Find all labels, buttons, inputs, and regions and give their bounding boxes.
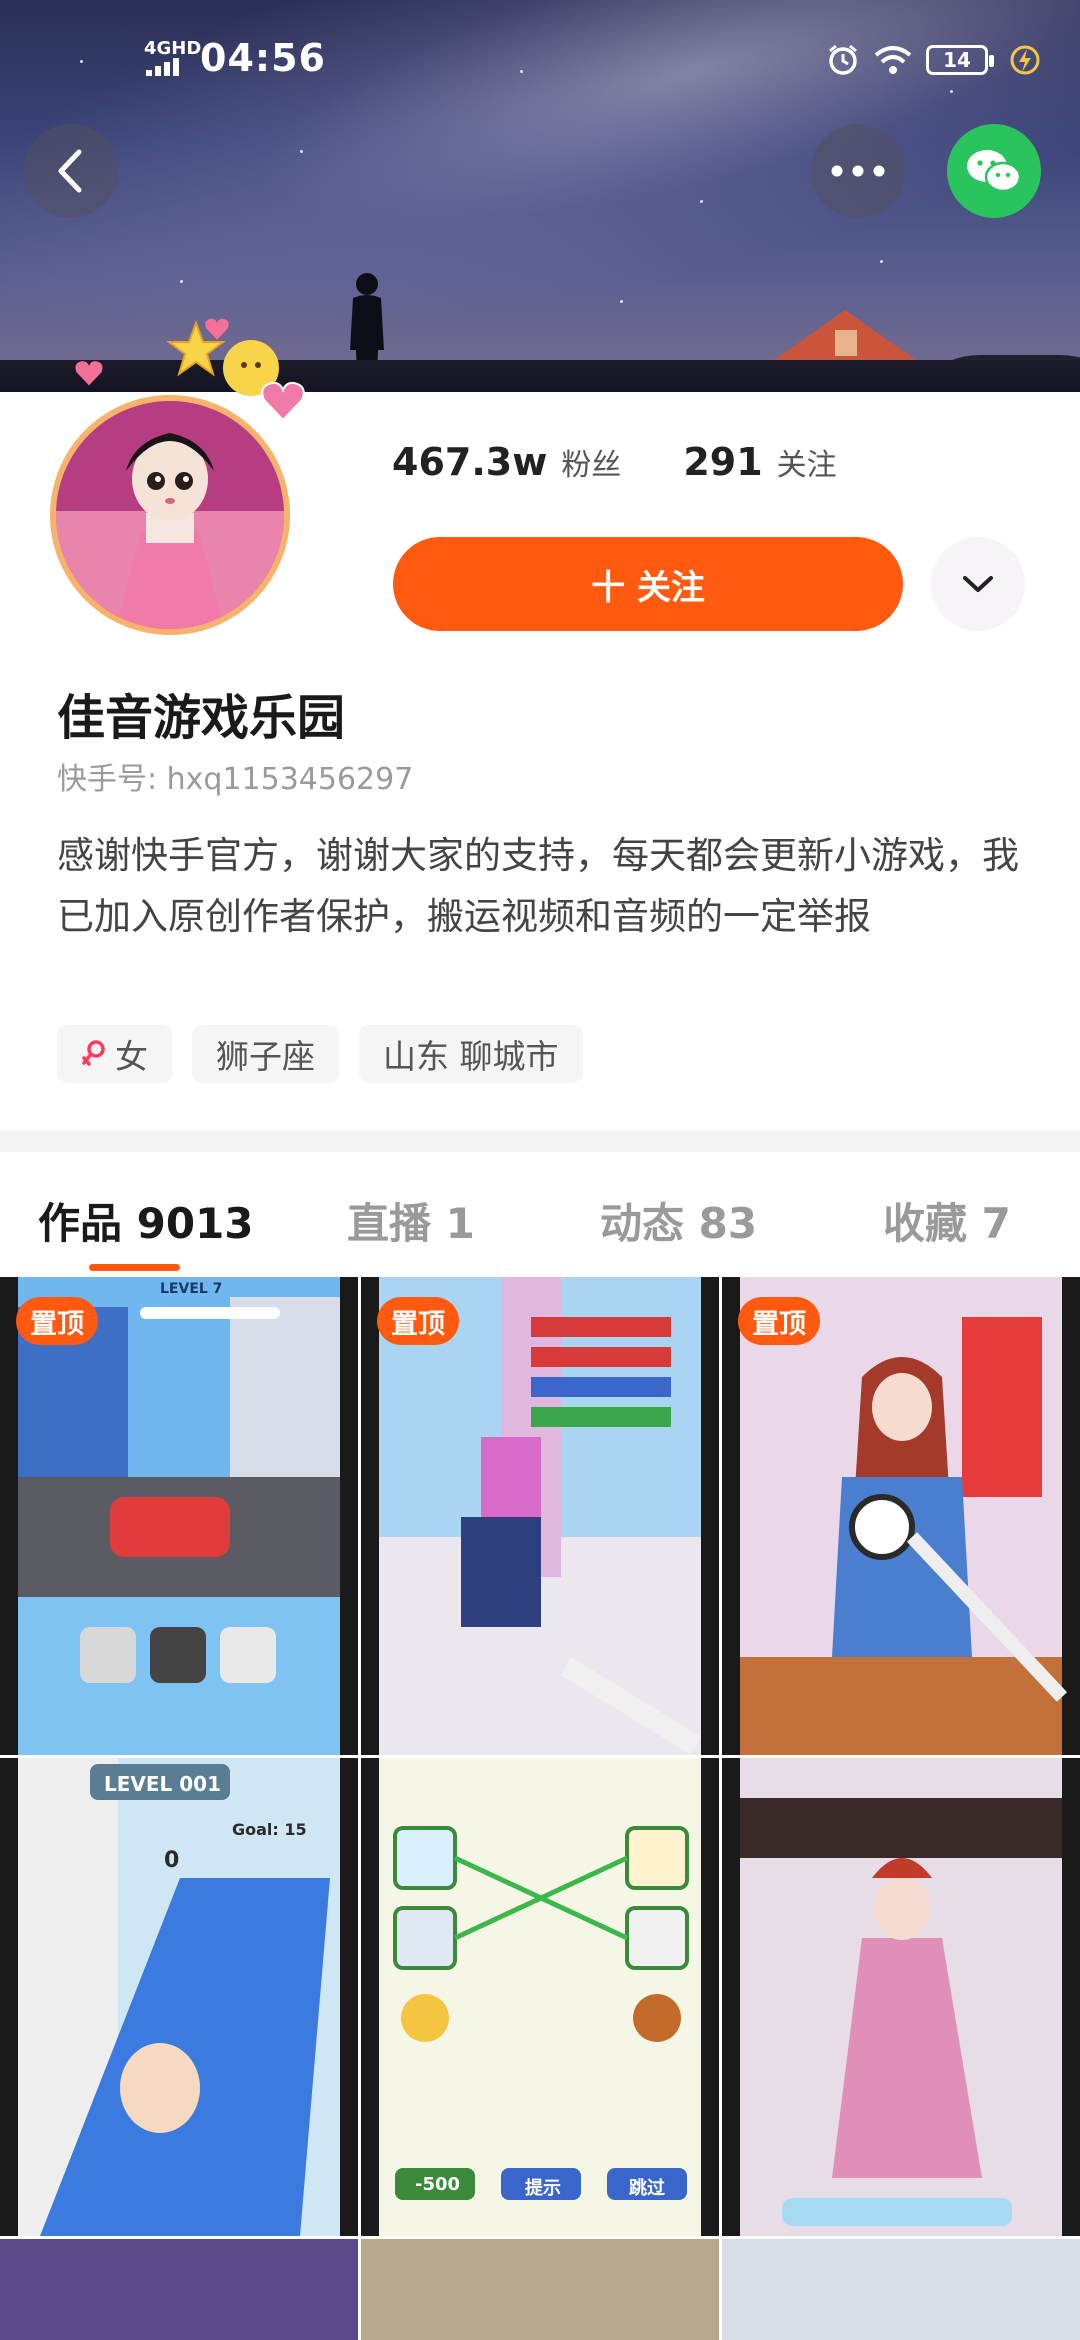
- pinned-badge: 置顶: [16, 1297, 98, 1345]
- heart-sticker-icon: [205, 318, 229, 340]
- wechat-icon: [967, 150, 1022, 193]
- fans-label[interactable]: 粉丝: [561, 440, 621, 484]
- follow-button[interactable]: 十 关注: [393, 537, 903, 631]
- profile-tags: 女 狮子座 山东 聊城市: [57, 1025, 583, 1083]
- tab-moments[interactable]: 动态 83: [600, 1190, 757, 1251]
- video-thumbnail[interactable]: [361, 2239, 719, 2340]
- wechat-share-button[interactable]: [947, 124, 1041, 218]
- chevron-down-icon: [963, 576, 993, 592]
- gender-tag: 女: [57, 1025, 172, 1083]
- game-screenshot: [0, 1277, 358, 1755]
- status-bar: 4GHD 04:56 14: [0, 0, 1080, 120]
- game-screenshot: [722, 1277, 1080, 1755]
- zodiac-tag: 狮子座: [192, 1025, 339, 1083]
- female-icon: [82, 1040, 105, 1066]
- video-thumbnail[interactable]: 置顶: [361, 1277, 719, 1755]
- game-screenshot: [361, 1758, 719, 2236]
- profile-tabs: 作品 9013 直播 1 动态 83 收藏 7: [0, 1152, 1080, 1277]
- video-thumbnail[interactable]: -500 提示 跳过: [361, 1758, 719, 2236]
- video-thumbnail[interactable]: LEVEL 001 Goal: 15 0: [0, 1758, 358, 2236]
- video-thumbnail[interactable]: [722, 2239, 1080, 2340]
- clock: 04:56: [200, 36, 326, 80]
- video-thumbnail[interactable]: [0, 2239, 358, 2340]
- signal-icon: [146, 58, 179, 76]
- location-tag-label: 山东 聊城市: [383, 1037, 559, 1076]
- pinned-badge: 置顶: [377, 1297, 459, 1345]
- heart-sticker-icon: [261, 381, 305, 422]
- hint-label: 提示: [525, 2178, 561, 2199]
- following-label[interactable]: 关注: [777, 440, 837, 484]
- tab-live[interactable]: 直播 1: [347, 1190, 475, 1251]
- avatar[interactable]: [46, 318, 336, 645]
- more-recommendations-button[interactable]: [931, 537, 1025, 631]
- battery-icon: 14: [926, 45, 994, 75]
- tab-favorites[interactable]: 收藏 7: [883, 1190, 1011, 1251]
- video-thumbnail[interactable]: [722, 1758, 1080, 2236]
- video-grid: 置顶 LEVEL 7 置顶 置顶 LEVEL 001 Goal: 15 0 -5…: [0, 1277, 1080, 2340]
- chevron-left-icon: [58, 149, 82, 193]
- more-button[interactable]: [811, 124, 905, 218]
- active-tab-indicator: [89, 1264, 180, 1271]
- goal-label: Goal: 15: [232, 1820, 307, 1839]
- alarm-icon: [829, 44, 857, 75]
- game-screenshot: [361, 1277, 719, 1755]
- coin-penalty-label: -500: [415, 2174, 461, 2195]
- avatar-image: [50, 395, 290, 635]
- video-thumbnail[interactable]: 置顶: [722, 1277, 1080, 1755]
- kuaishou-id[interactable]: 快手号: hxq1153456297: [57, 754, 413, 798]
- gender-tag-label: 女: [115, 1037, 148, 1076]
- following-count[interactable]: 291: [683, 440, 762, 484]
- back-button[interactable]: [24, 124, 118, 218]
- doll-picture: [56, 401, 284, 629]
- charging-icon: [1010, 45, 1040, 75]
- profile-bio: 感谢快手官方，谢谢大家的支持，每天都会更新小游戏，我已加入原创作者保护，搬运视频…: [57, 834, 1019, 938]
- more-dots-icon: [831, 165, 885, 177]
- pinned-badge: 置顶: [738, 1297, 820, 1345]
- section-divider: [0, 1130, 1080, 1152]
- level-label: LEVEL 001: [104, 1772, 222, 1796]
- game-screenshot: [722, 1758, 1080, 2236]
- location-tag: 山东 聊城市: [359, 1025, 583, 1083]
- fans-count[interactable]: 467.3w: [392, 440, 547, 484]
- follow-button-label: 十 关注: [591, 567, 705, 608]
- wifi-icon: [874, 46, 912, 74]
- profile-stats: 467.3w 粉丝 291 关注: [392, 440, 837, 484]
- network-type: 4GHD: [144, 38, 202, 59]
- zodiac-tag-label: 狮子座: [216, 1037, 315, 1076]
- profile-name: 佳音游戏乐园: [57, 690, 346, 746]
- skip-label: 跳过: [629, 2178, 665, 2199]
- video-thumbnail[interactable]: 置顶 LEVEL 7: [0, 1277, 358, 1755]
- tab-works[interactable]: 作品 9013: [38, 1190, 254, 1251]
- level-label: LEVEL 7: [160, 1281, 223, 1297]
- score-label: 0: [164, 1848, 180, 1873]
- heart-sticker-icon: [75, 361, 103, 386]
